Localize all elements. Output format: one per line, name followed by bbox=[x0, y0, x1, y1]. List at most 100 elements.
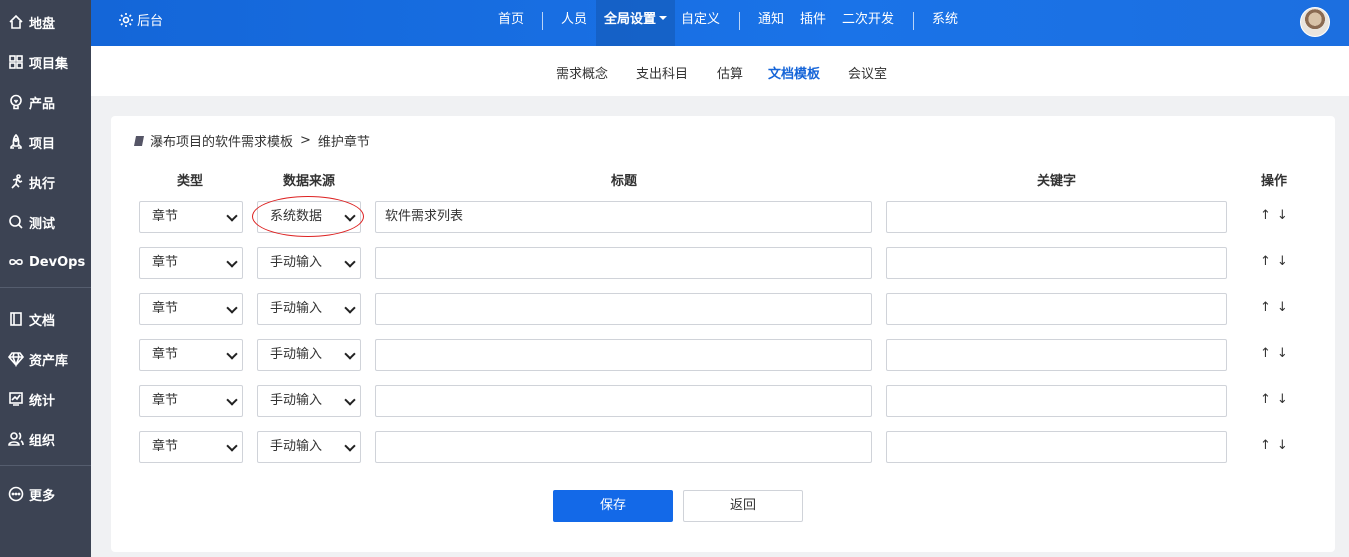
title-input[interactable] bbox=[375, 431, 872, 463]
arrow-up-icon[interactable]: ↑ bbox=[1260, 392, 1271, 407]
sidebar-item-asset-library[interactable]: 资产库 bbox=[0, 339, 91, 379]
sidebar-item-organization[interactable]: 组织 bbox=[0, 419, 91, 459]
arrow-up-icon[interactable]: ↑ bbox=[1260, 254, 1271, 269]
arrow-down-icon[interactable]: ↓ bbox=[1277, 300, 1288, 315]
chevron-down-icon bbox=[226, 394, 238, 406]
source-select[interactable]: 手动输入 bbox=[257, 385, 361, 417]
title-input[interactable]: 软件需求列表 bbox=[375, 201, 872, 233]
nav-people[interactable]: 人员 bbox=[561, 0, 587, 46]
gear-icon bbox=[118, 12, 137, 28]
sidebar-item-devops[interactable]: DevOps bbox=[0, 242, 91, 282]
diamond-icon bbox=[8, 351, 24, 367]
rocket-icon bbox=[8, 134, 24, 150]
keyword-input[interactable] bbox=[886, 385, 1227, 417]
nav-plugin[interactable]: 插件 bbox=[800, 0, 826, 46]
chevron-down-icon bbox=[344, 348, 356, 360]
type-select[interactable]: 章节 bbox=[139, 201, 243, 233]
nav-global-settings[interactable]: 全局设置 bbox=[596, 0, 676, 46]
arrow-up-icon[interactable]: ↑ bbox=[1260, 438, 1271, 453]
sidebar-item-dashboard[interactable]: 地盘 bbox=[0, 2, 91, 42]
subnav-demand-concept[interactable]: 需求概念 bbox=[556, 63, 608, 82]
sidebar-item-more[interactable]: 更多 bbox=[0, 474, 91, 514]
breadcrumb-parent[interactable]: 瀑布项目的软件需求模板 bbox=[150, 131, 293, 150]
subnav-estimate[interactable]: 估算 bbox=[717, 63, 743, 82]
backend-link[interactable]: 后台 bbox=[118, 10, 163, 29]
subnav-meeting-room[interactable]: 会议室 bbox=[848, 63, 887, 82]
book-icon bbox=[8, 311, 24, 327]
sidebar-item-product[interactable]: 产品 bbox=[0, 82, 91, 122]
header-title: 标题 bbox=[611, 174, 638, 189]
sidebar-item-statistics[interactable]: 统计 bbox=[0, 379, 91, 419]
top-header: 后台 首页 人员 全局设置 自定义 通知 插件 二次开发 系统 bbox=[91, 0, 1349, 46]
nav-secondary-dev[interactable]: 二次开发 bbox=[842, 0, 894, 46]
arrow-down-icon[interactable]: ↓ bbox=[1277, 208, 1288, 223]
chevron-down-icon bbox=[344, 302, 356, 314]
chevron-down-icon bbox=[226, 256, 238, 268]
type-select[interactable]: 章节 bbox=[139, 339, 243, 371]
caret-down-icon bbox=[659, 15, 668, 20]
nav-separator bbox=[913, 12, 914, 30]
keyword-input[interactable] bbox=[886, 339, 1227, 371]
sidebar-item-test[interactable]: 测试 bbox=[0, 202, 91, 242]
keyword-input[interactable] bbox=[886, 293, 1227, 325]
sidebar: 地盘 项目集 产品 项目 执行 测试 DevOps 文档 资产库 统计 组织 更… bbox=[0, 0, 91, 557]
row-ops: ↑ ↓ bbox=[1260, 346, 1288, 361]
bulb-icon bbox=[8, 94, 24, 110]
more-icon bbox=[8, 486, 24, 502]
chevron-down-icon bbox=[344, 440, 356, 452]
title-input[interactable] bbox=[375, 339, 872, 371]
type-select[interactable]: 章节 bbox=[139, 247, 243, 279]
breadcrumb: 瀑布项目的软件需求模板 > 维护章节 bbox=[133, 131, 370, 150]
keyword-input[interactable] bbox=[886, 247, 1227, 279]
arrow-down-icon[interactable]: ↓ bbox=[1277, 346, 1288, 361]
source-select[interactable]: 手动输入 bbox=[257, 293, 361, 325]
nav-separator bbox=[542, 12, 543, 30]
title-input[interactable] bbox=[375, 293, 872, 325]
book-icon bbox=[134, 135, 144, 146]
chart-icon bbox=[8, 391, 24, 407]
arrow-down-icon[interactable]: ↓ bbox=[1277, 392, 1288, 407]
nav-separator bbox=[739, 12, 740, 30]
keyword-input[interactable] bbox=[886, 201, 1227, 233]
keyword-input[interactable] bbox=[886, 431, 1227, 463]
avatar[interactable] bbox=[1300, 7, 1330, 37]
type-select[interactable]: 章节 bbox=[139, 293, 243, 325]
breadcrumb-separator: > bbox=[300, 133, 311, 148]
save-button[interactable]: 保存 bbox=[553, 490, 673, 522]
subnav-expense-subject[interactable]: 支出科目 bbox=[636, 63, 688, 82]
home-icon bbox=[8, 14, 24, 30]
arrow-up-icon[interactable]: ↑ bbox=[1260, 208, 1271, 223]
sidebar-item-doc[interactable]: 文档 bbox=[0, 299, 91, 339]
back-button[interactable]: 返回 bbox=[683, 490, 803, 522]
arrow-down-icon[interactable]: ↓ bbox=[1277, 254, 1288, 269]
title-input[interactable] bbox=[375, 247, 872, 279]
row-ops: ↑ ↓ bbox=[1260, 254, 1288, 269]
nav-system[interactable]: 系统 bbox=[932, 0, 958, 46]
arrow-up-icon[interactable]: ↑ bbox=[1260, 300, 1271, 315]
sidebar-item-project[interactable]: 项目 bbox=[0, 122, 91, 162]
row-ops: ↑ ↓ bbox=[1260, 392, 1288, 407]
title-input[interactable] bbox=[375, 385, 872, 417]
arrow-down-icon[interactable]: ↓ bbox=[1277, 438, 1288, 453]
sidebar-item-execution[interactable]: 执行 bbox=[0, 162, 91, 202]
nav-notify[interactable]: 通知 bbox=[758, 0, 784, 46]
source-select[interactable]: 系统数据 bbox=[257, 201, 361, 233]
breadcrumb-current: 维护章节 bbox=[317, 135, 370, 150]
chevron-down-icon bbox=[344, 394, 356, 406]
source-select[interactable]: 手动输入 bbox=[257, 431, 361, 463]
chevron-down-icon bbox=[226, 210, 238, 222]
sidebar-divider bbox=[0, 465, 91, 466]
source-select[interactable]: 手动输入 bbox=[257, 247, 361, 279]
sidebar-item-program[interactable]: 项目集 bbox=[0, 42, 91, 82]
source-select[interactable]: 手动输入 bbox=[257, 339, 361, 371]
arrow-up-icon[interactable]: ↑ bbox=[1260, 346, 1271, 361]
type-select[interactable]: 章节 bbox=[139, 431, 243, 463]
type-select[interactable]: 章节 bbox=[139, 385, 243, 417]
grid-icon bbox=[8, 54, 24, 70]
nav-custom[interactable]: 自定义 bbox=[681, 0, 720, 46]
header-ops: 操作 bbox=[1261, 174, 1288, 189]
subnav-doc-template[interactable]: 文档模板 bbox=[768, 63, 820, 82]
chevron-down-icon bbox=[344, 256, 356, 268]
run-icon bbox=[8, 174, 24, 190]
nav-home[interactable]: 首页 bbox=[498, 0, 524, 46]
